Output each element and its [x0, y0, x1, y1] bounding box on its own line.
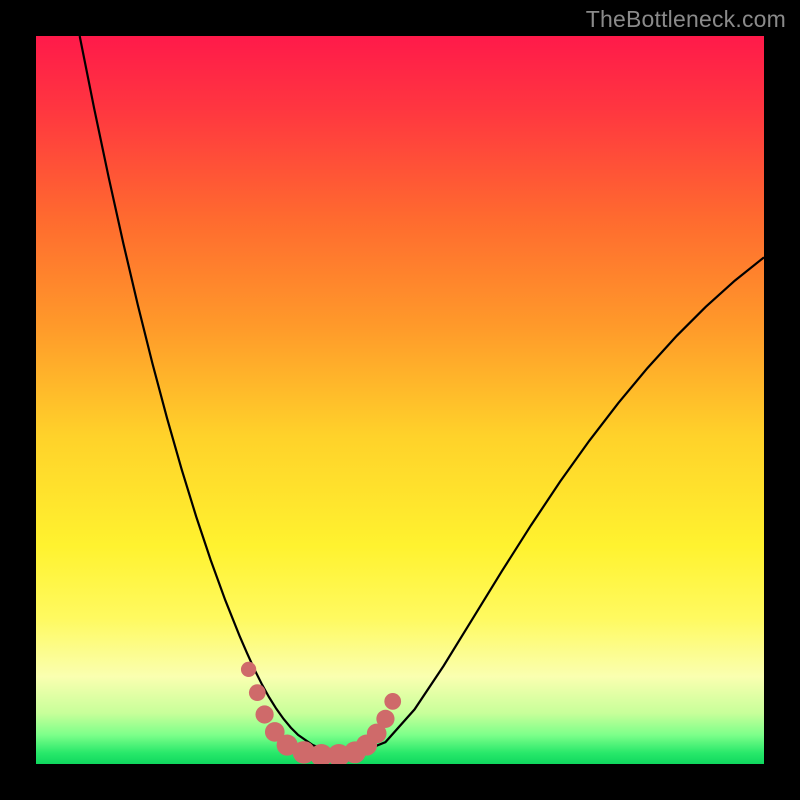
curve-markers [241, 662, 401, 764]
curve-marker [241, 662, 256, 677]
chart-frame: TheBottleneck.com [0, 0, 800, 800]
curve-marker [255, 705, 273, 723]
plot-area [36, 36, 764, 764]
watermark-text: TheBottleneck.com [586, 6, 786, 33]
curve-marker [376, 710, 394, 728]
curve-layer [36, 36, 764, 764]
curve-marker [384, 693, 401, 710]
curve-marker [249, 684, 266, 701]
bottleneck-curve [80, 36, 764, 754]
